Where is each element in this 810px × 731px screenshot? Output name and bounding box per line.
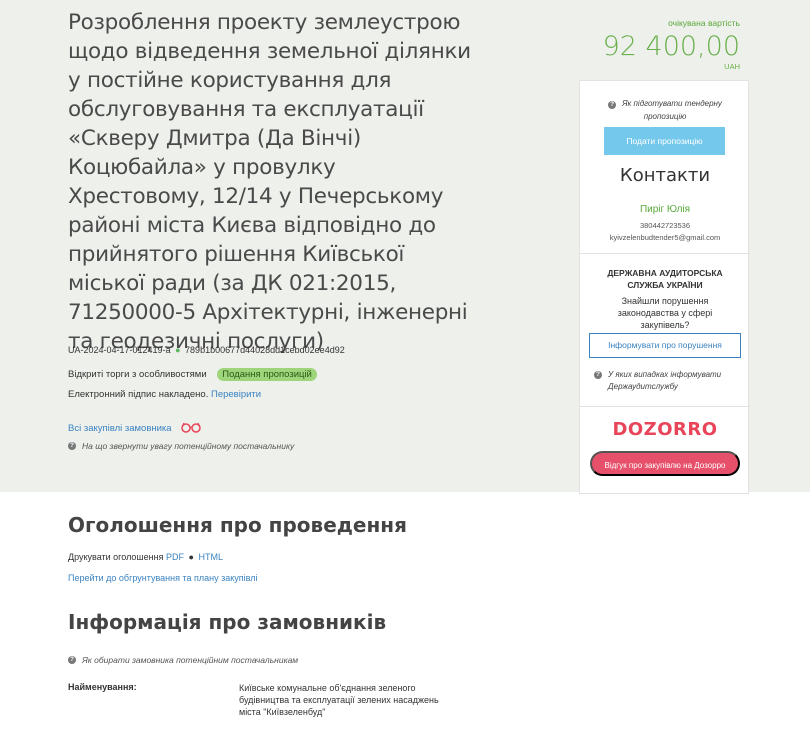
submit-proposal-button[interactable]: Подати пропозицію xyxy=(604,127,725,155)
audit-service-title: ДЕРЖАВНА АУДИТОРСЬКА СЛУЖБА УКРАЇНИ xyxy=(607,268,723,290)
sidebar-card: ? Як підготувати тендерну пропозицію Пода… xyxy=(579,80,750,494)
question-icon: ? xyxy=(68,442,76,450)
customer-name-value: Київське комунальне об'єднання зеленого … xyxy=(239,683,439,717)
all-purchases-link[interactable]: Всі закупівлі замовника xyxy=(68,423,172,434)
choose-customer-text: Як обирати замовника потенційним постача… xyxy=(82,655,299,665)
when-inform-link[interactable]: ? У яких випадках інформувати Держаудитс… xyxy=(580,369,750,393)
all-purchases-row: Всі закупівлі замовника xyxy=(68,421,202,436)
tender-title: Розроблення проекту землеустрою щодо від… xyxy=(68,10,471,354)
print-html-link[interactable]: HTML xyxy=(198,552,223,562)
how-to-prepare-link[interactable]: ? Як підготувати тендерну пропозицію xyxy=(580,97,750,123)
separator-dot: ● xyxy=(175,345,181,355)
procurement-plan-link[interactable]: Перейти до обгрунтування та плану закупі… xyxy=(68,573,257,583)
print-pdf-link[interactable]: PDF xyxy=(166,552,184,562)
tender-id-row: UA-2024-04-17-012419-a ● 789b1b00677d440… xyxy=(68,345,345,355)
tender-hash: 789b1b00677d44028dd1cebd02ee4d92 xyxy=(185,345,345,355)
price-currency: UAH xyxy=(724,62,740,71)
question-icon: ? xyxy=(68,656,76,664)
procedure-row: Відкриті торги з особливостями Подання п… xyxy=(68,368,317,381)
price-value: 92 400,00 xyxy=(602,31,740,62)
contact-name: Пиріг Юлія xyxy=(639,204,691,215)
verify-signature-link[interactable]: Перевірити xyxy=(211,389,261,400)
price-label: очікувана вартість xyxy=(668,18,740,28)
announcement-title: Оголошення про проведення xyxy=(68,513,407,537)
print-label: Друкувати оголошення xyxy=(68,552,164,562)
customer-name-label: Найменування: xyxy=(68,682,137,692)
attention-hint-row[interactable]: ? На що звернути увагу потенційному пост… xyxy=(68,441,294,451)
separator-dot: ● xyxy=(188,552,194,562)
dozorro-logo: DOZORRO xyxy=(612,419,718,440)
status-badge: Подання пропозицій xyxy=(217,368,317,381)
signature-row: Електронний підпис накладено. Перевірити xyxy=(68,389,261,400)
choose-customer-hint[interactable]: ? Як обирати замовника потенційним поста… xyxy=(68,655,298,665)
question-icon: ? xyxy=(594,371,602,379)
audit-question: Знайшли порушення законодавства у сфері … xyxy=(617,296,713,330)
procedure-type: Відкриті торги з особливостями xyxy=(68,369,207,380)
contacts-title: Контакти xyxy=(619,165,711,186)
question-icon: ? xyxy=(608,101,617,109)
attention-hint: На що звернути увагу потенційному постач… xyxy=(82,441,295,451)
divider xyxy=(580,253,750,254)
dozorro-feedback-button[interactable]: Відгук про закупівлю на Дозорро xyxy=(590,451,740,476)
signature-text: Електронний підпис накладено. xyxy=(68,389,209,400)
when-inform-text: У яких випадках інформувати Держаудитслу… xyxy=(608,370,722,391)
how-to-prepare-text: Як підготувати тендерну пропозицію xyxy=(622,99,722,121)
print-row: Друкувати оголошення PDF ● HTML xyxy=(68,552,223,562)
customers-title: Інформація про замовників xyxy=(68,610,387,634)
report-violation-button[interactable]: Інформувати про порушення xyxy=(589,333,741,358)
divider xyxy=(580,406,750,407)
contact-phone: 380442723536 xyxy=(639,221,691,230)
glasses-icon[interactable] xyxy=(180,421,202,436)
tender-id: UA-2024-04-17-012419-a xyxy=(68,345,171,355)
contact-email: kyivzelenbudtender5@gmail.com xyxy=(609,233,721,242)
